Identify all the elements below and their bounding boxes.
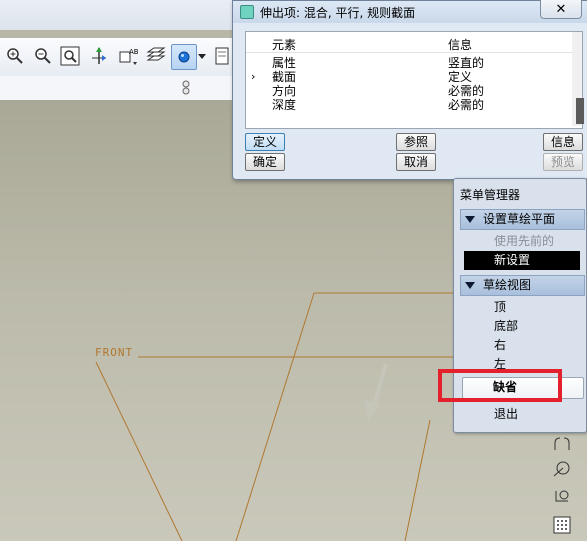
menu-manager-title: 菜单管理器	[460, 188, 521, 202]
collapse-triangle-icon	[465, 282, 475, 289]
header-divider	[246, 52, 582, 53]
element-name: 方向	[272, 84, 297, 98]
section-label: 设置草绘平面	[483, 212, 556, 226]
feature-dialog: 伸出项: 混合, 平行, 规则截面 ✕ 元素 信息 属性 竖直的 › 截面 定义…	[232, 0, 587, 180]
menu-item-exit[interactable]: 退出	[464, 405, 580, 424]
highlight-annotation-box	[438, 369, 562, 402]
layers-icon[interactable]	[144, 44, 168, 68]
element-info: 必需的	[448, 98, 485, 112]
spin-center-icon[interactable]	[87, 44, 111, 68]
zoom-out-icon[interactable]	[31, 44, 55, 68]
element-name: 深度	[272, 98, 297, 112]
dialog-title: 伸出项: 混合, 平行, 规则截面	[260, 6, 416, 20]
dialog-app-icon	[240, 5, 254, 19]
appearance-icon[interactable]	[212, 44, 232, 68]
column-header-info: 信息	[448, 38, 473, 52]
dialog-titlebar[interactable]: 伸出项: 混合, 平行, 规则截面	[233, 1, 587, 23]
menu-item-bottom[interactable]: 底部	[464, 317, 580, 336]
display-style-icon[interactable]	[171, 44, 197, 70]
column-header-element: 元素	[272, 38, 297, 52]
current-row-marker-icon: ›	[251, 70, 256, 83]
view-direction-arrow-icon	[364, 363, 388, 420]
section-header-sketch-plane[interactable]: 设置草绘平面	[460, 209, 585, 230]
list-item[interactable]: 方向 必需的	[246, 84, 582, 98]
menu-item-use-previous: 使用先前的	[494, 234, 555, 248]
sketch-circle-icon[interactable]	[550, 458, 574, 480]
element-name: 属性	[272, 56, 297, 70]
front-datum-label: FRONT	[95, 346, 134, 359]
list-item[interactable]: 属性 竖直的	[246, 56, 582, 70]
refit-icon[interactable]	[58, 44, 82, 68]
element-info: 竖直的	[448, 56, 485, 70]
close-icon[interactable]: ✕	[540, 0, 582, 19]
collapse-triangle-icon	[465, 216, 475, 223]
dropdown-icon[interactable]	[196, 44, 208, 68]
cancel-button[interactable]: 取消	[396, 153, 436, 171]
sketch-fillet-icon[interactable]	[550, 485, 574, 507]
section-header-sketch-view[interactable]: 草绘视图	[460, 275, 585, 296]
menu-item-right[interactable]: 右	[464, 336, 580, 355]
title-strip	[0, 0, 240, 30]
info-button[interactable]: 信息	[543, 133, 583, 151]
list-item[interactable]: 深度 必需的	[246, 98, 582, 112]
define-button[interactable]: 定义	[245, 133, 285, 151]
named-view-icon[interactable]: AB	[116, 44, 140, 68]
element-info: 定义	[448, 70, 473, 84]
slider-handle-icon[interactable]	[181, 80, 191, 96]
ok-button[interactable]: 确定	[245, 153, 285, 171]
element-list[interactable]: 元素 信息 属性 竖直的 › 截面 定义 方向 必需的 深度 必需的	[245, 31, 583, 129]
sketch-arc-icon[interactable]	[550, 433, 574, 455]
zoom-in-icon[interactable]	[3, 44, 27, 68]
element-info: 必需的	[448, 84, 485, 98]
refs-button[interactable]: 参照	[396, 133, 436, 151]
svg-text:AB: AB	[129, 48, 138, 56]
sketch-grid-icon[interactable]	[550, 514, 574, 536]
section-label: 草绘视图	[483, 278, 532, 292]
preview-button[interactable]: 预览	[543, 153, 583, 171]
menu-item-top[interactable]: 顶	[464, 298, 580, 317]
dialog-side-grip	[576, 98, 584, 124]
menu-item-new-setup[interactable]: 新设置	[464, 251, 580, 270]
list-item[interactable]: › 截面 定义	[246, 70, 582, 84]
element-name: 截面	[272, 70, 297, 84]
